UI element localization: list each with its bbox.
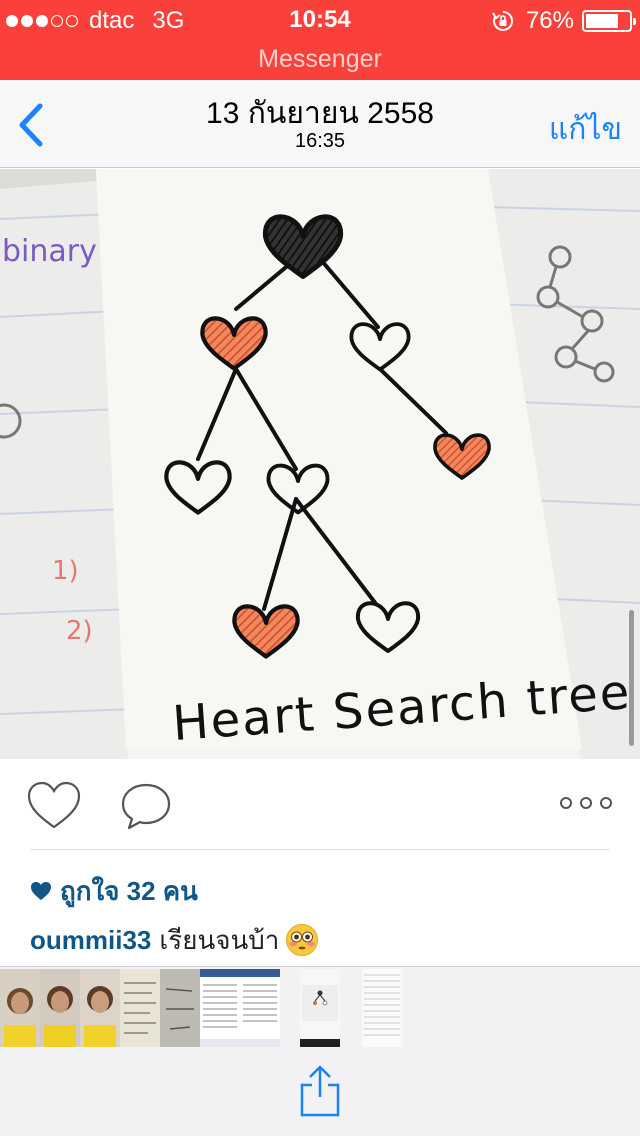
carrier-name: dtac (89, 7, 135, 34)
thumbnail[interactable] (362, 969, 402, 1047)
status-right: 76% (492, 6, 636, 36)
caption-text: เรียนจนบ้า (159, 924, 280, 955)
battery-fill (586, 14, 618, 28)
left-page-number-1: 1) (52, 556, 79, 586)
thumbnail[interactable] (80, 969, 120, 1047)
edit-button[interactable]: แก้ไข (549, 106, 622, 153)
post-photo[interactable]: binary 1) 2) Heart Search tree (0, 169, 640, 759)
battery-percent: 76% (525, 7, 574, 34)
thumbnail[interactable] (0, 969, 40, 1047)
thumbnail[interactable] (160, 969, 200, 1047)
divider (30, 849, 610, 850)
status-left: dtac 3G (0, 6, 184, 36)
thumbnail[interactable] (40, 969, 80, 1047)
heart-outline-icon[interactable] (26, 781, 82, 831)
share-upload-icon[interactable] (296, 1063, 344, 1119)
thumbnail[interactable] (300, 969, 340, 1047)
nav-subtitle: 16:35 (294, 130, 346, 152)
share-sheet (0, 966, 640, 1136)
comment-bubble-icon[interactable] (120, 781, 172, 831)
return-to-app-banner[interactable]: Messenger (0, 44, 640, 80)
network-type: 3G (152, 7, 185, 34)
username-link[interactable]: oummii33 (30, 925, 151, 956)
rotation-lock-icon (492, 10, 513, 31)
more-dots-icon[interactable] (560, 793, 612, 813)
heart-tree-drawing: binary 1) 2) Heart Search tree (0, 169, 640, 759)
likes-text: ถูกใจ 32 คน (60, 875, 198, 906)
left-page-number-2: 2) (66, 616, 93, 646)
heart-filled-icon (31, 882, 51, 900)
chevron-left-icon[interactable] (14, 102, 50, 148)
nav-bar: 13 กันยายน 2558 16:35 แก้ไข (0, 80, 640, 168)
likes-count[interactable]: ถูกใจ 32 คน (30, 874, 198, 908)
battery-icon (582, 10, 636, 32)
flushed-face-emoji (286, 924, 319, 956)
left-page-text: binary (2, 234, 97, 269)
signal-dots-icon (6, 15, 81, 27)
post-actions (0, 759, 640, 851)
thumbnail[interactable] (240, 969, 280, 1047)
scroll-indicator (629, 610, 634, 746)
photo-thumbnail-strip (0, 969, 402, 1049)
thumbnail[interactable] (120, 969, 160, 1047)
thumbnail[interactable] (200, 969, 240, 1047)
status-bar: dtac 3G 10:54 76% (0, 0, 640, 44)
post-caption: oummii33 เรียนจนบ้า (30, 920, 319, 960)
